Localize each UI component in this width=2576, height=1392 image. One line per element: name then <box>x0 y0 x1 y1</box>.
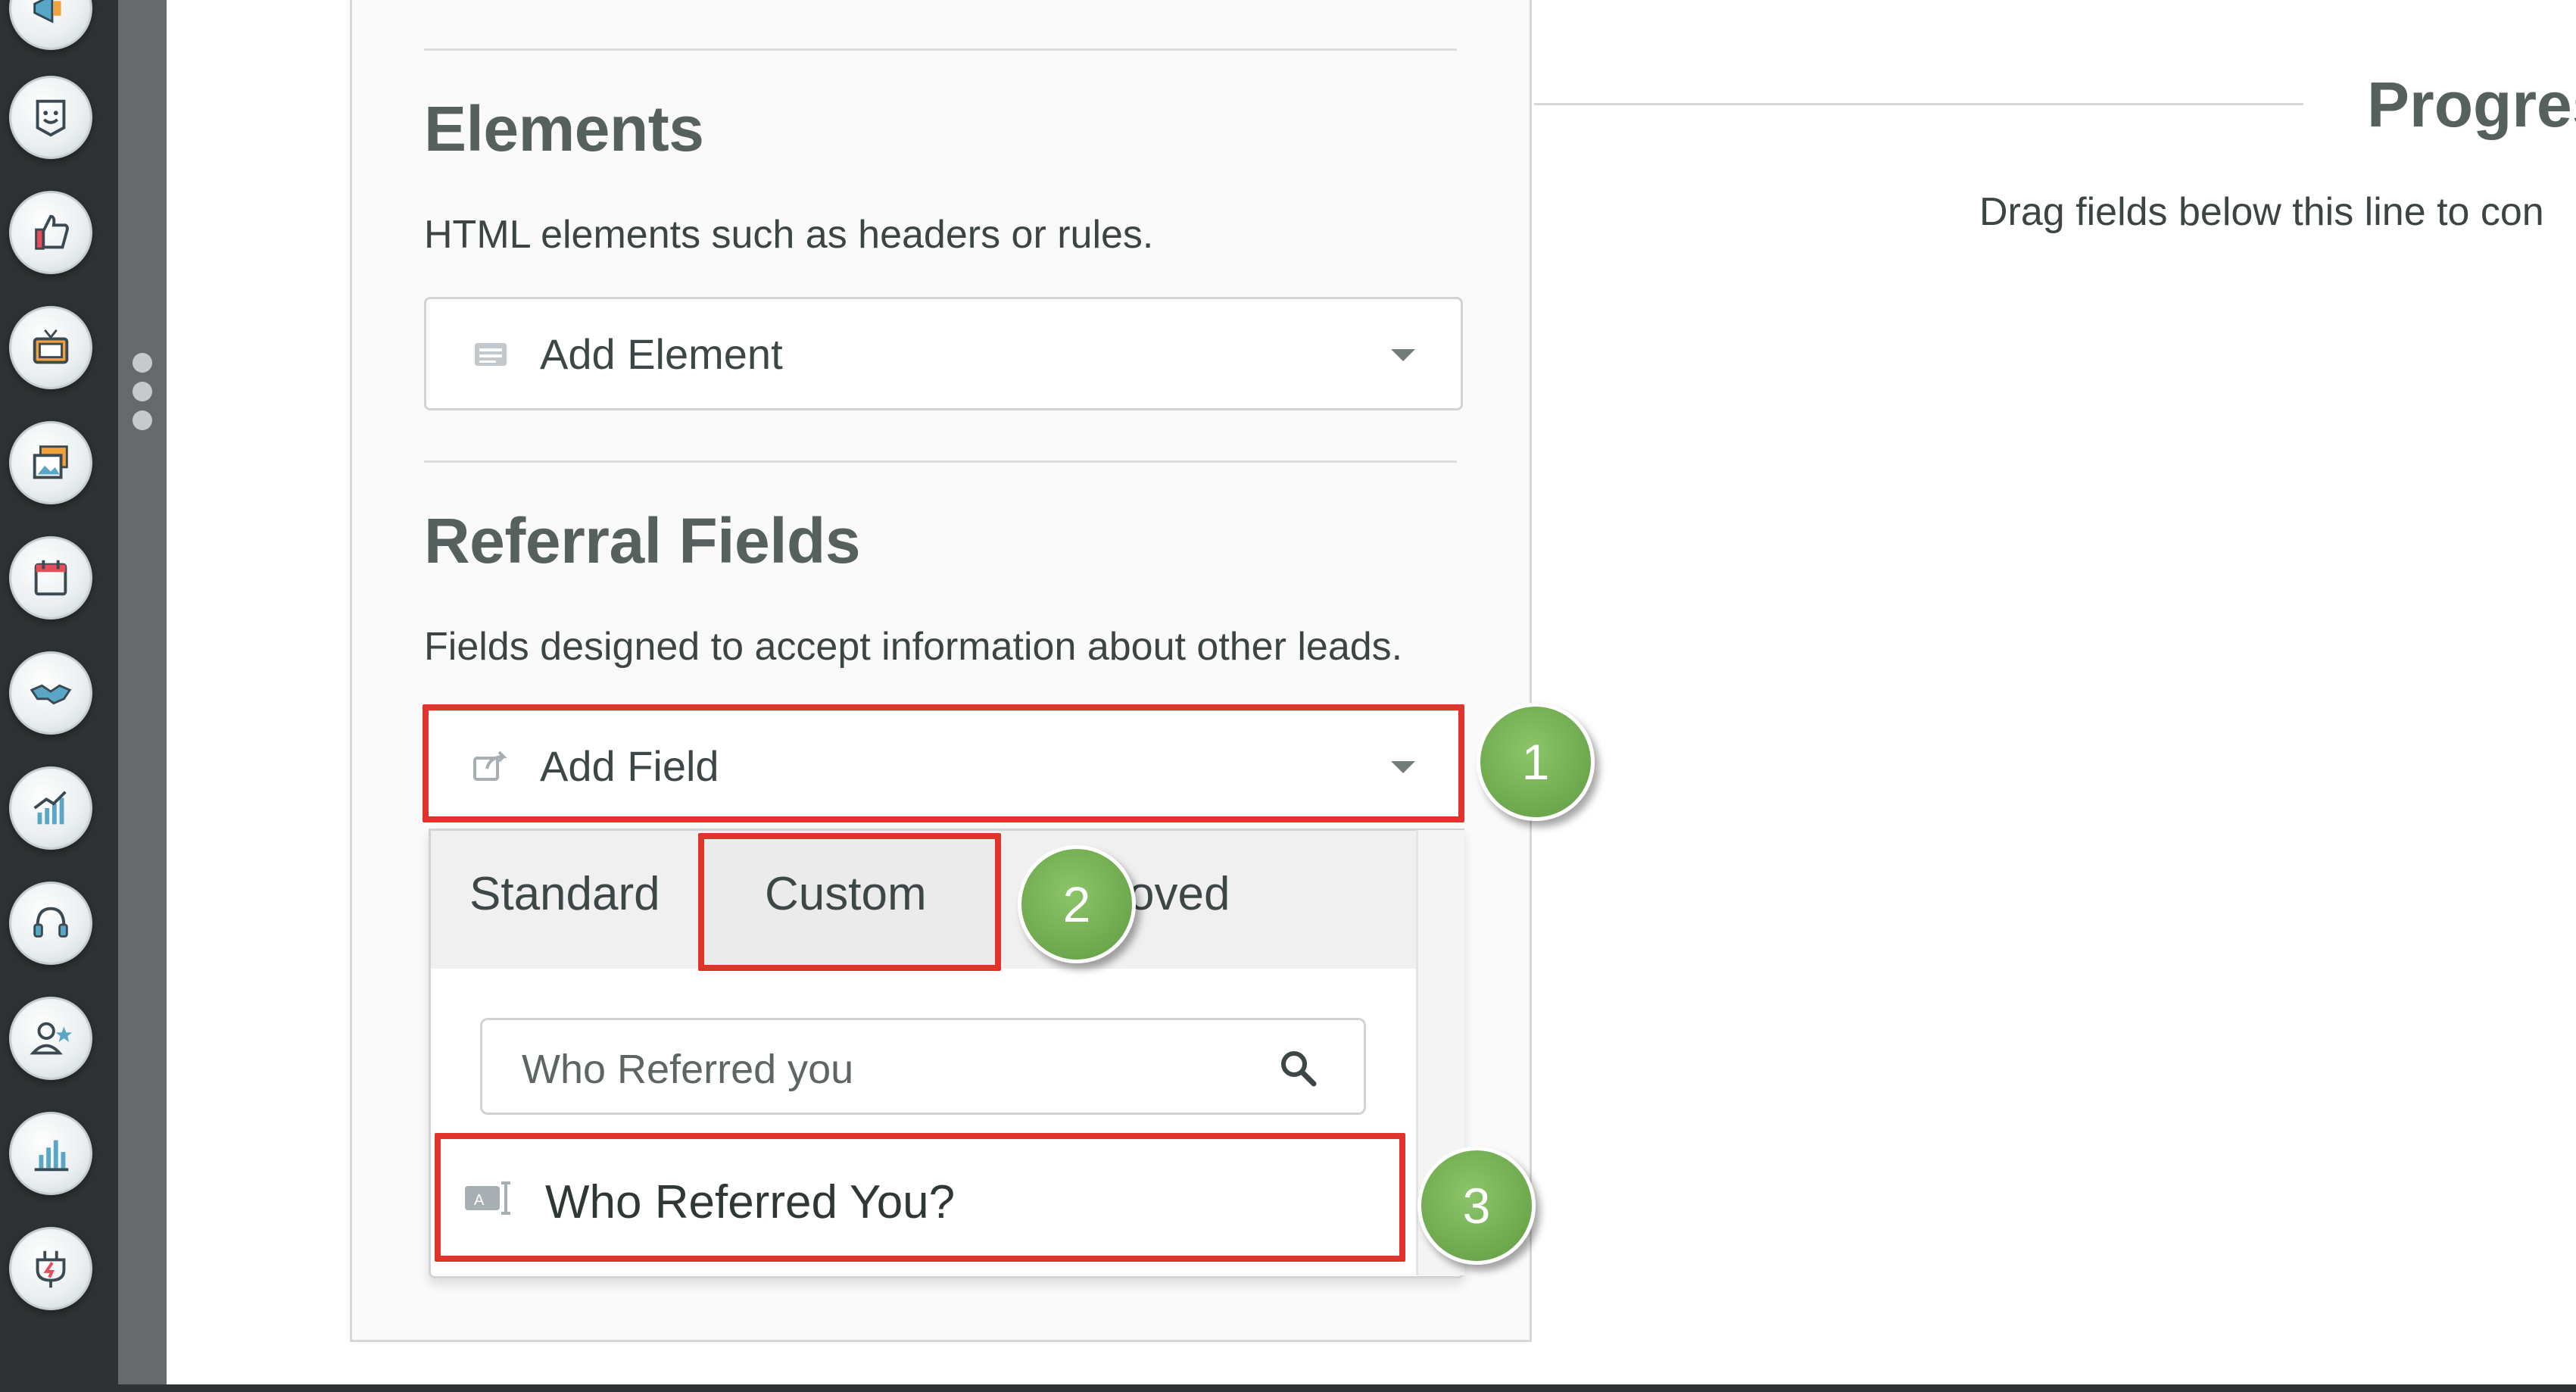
highlight-result <box>435 1133 1405 1262</box>
progress-divider <box>1534 103 2303 105</box>
calendar-icon[interactable] <box>9 536 92 620</box>
bar-chart-icon[interactable] <box>9 1112 92 1195</box>
tv-icon[interactable] <box>9 306 92 389</box>
add-element-label: Add Element <box>540 329 783 378</box>
gallery-icon[interactable] <box>9 421 92 504</box>
chart-growth-icon[interactable] <box>9 766 92 850</box>
chat-smile-icon[interactable] <box>9 76 92 159</box>
element-list-icon <box>475 343 507 366</box>
handle-dot <box>133 353 152 373</box>
tab-standard[interactable]: Standard <box>469 867 660 921</box>
sidebar-resize-handle[interactable] <box>118 0 167 1392</box>
user-star-icon[interactable] <box>9 997 92 1080</box>
section-divider <box>424 460 1457 463</box>
thumbs-up-icon[interactable] <box>9 191 92 274</box>
elements-title: Elements <box>424 93 704 164</box>
elements-description: HTML elements such as headers or rules. <box>424 213 1154 257</box>
section-divider <box>424 48 1457 51</box>
highlight-custom-tab <box>698 833 1001 971</box>
headset-icon[interactable] <box>9 882 92 965</box>
progress-title: Progres <box>2367 69 2576 140</box>
callout-step-3: 3 <box>1417 1147 1536 1265</box>
callout-step-1: 1 <box>1477 703 1595 821</box>
progress-instructions: Drag fields below this line to con <box>1979 190 2544 234</box>
highlight-add-field <box>423 704 1464 822</box>
handle-dot <box>133 410 152 430</box>
search-icon[interactable] <box>1279 1049 1317 1087</box>
bottom-bar <box>0 1384 2576 1392</box>
referral-fields-title: Referral Fields <box>424 505 861 576</box>
add-element-select[interactable]: Add Element <box>424 297 1463 410</box>
referral-fields-description: Fields designed to accept information ab… <box>424 625 1403 669</box>
plug-icon[interactable] <box>9 1227 92 1310</box>
panel-border <box>1530 0 1532 1342</box>
field-search-input[interactable]: Who Referred you <box>480 1018 1366 1115</box>
callout-step-2: 2 <box>1018 845 1136 963</box>
handshake-icon[interactable] <box>9 651 92 735</box>
chevron-down-icon <box>1391 349 1415 361</box>
handle-dot <box>133 382 152 401</box>
field-search-value: Who Referred you <box>522 1047 854 1092</box>
tab-approved[interactable]: oved <box>1128 867 1230 921</box>
